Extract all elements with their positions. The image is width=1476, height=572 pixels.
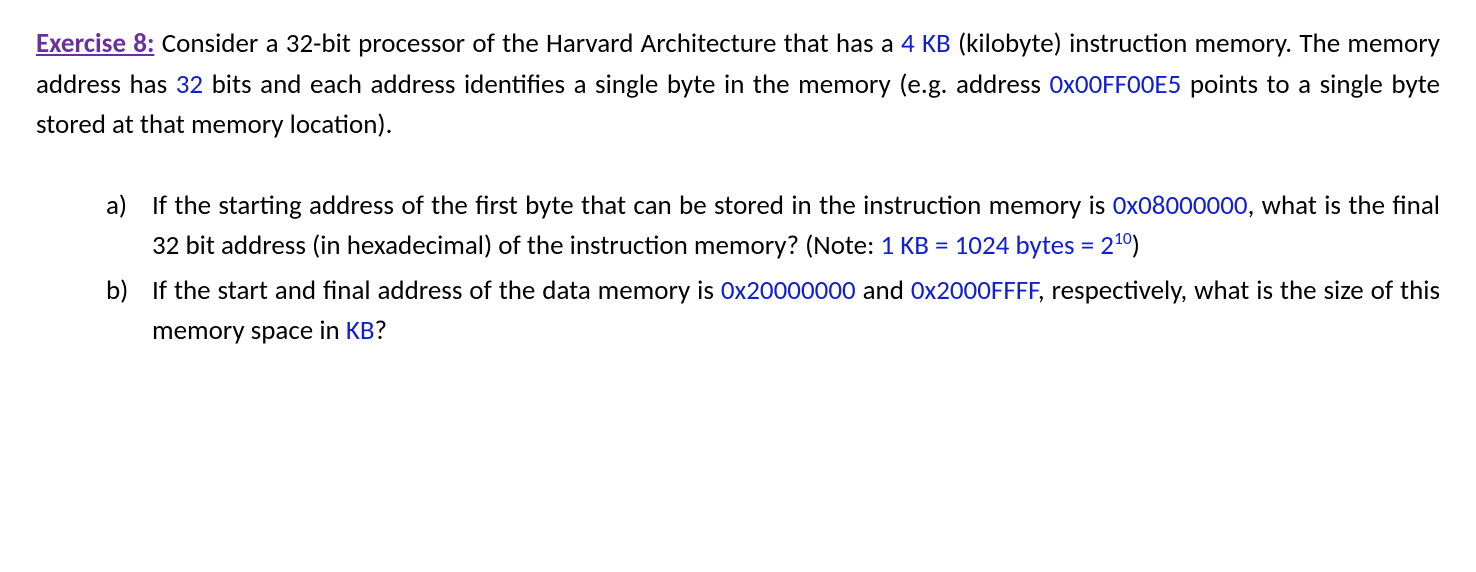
a-value-2: 1 KB = 1024 bytes = 210 (880, 229, 1131, 262)
b-value-1: 0x20000000 (721, 274, 856, 307)
intro-value-3: 0x00FF00E5 (1050, 68, 1182, 101)
marker-a: a) (106, 186, 152, 267)
a-text-1: If the starting address of the first byt… (152, 189, 1113, 222)
b-text-1: If the start and final address of the da… (152, 274, 721, 307)
intro-value-2: 32 (176, 68, 203, 101)
question-list: a) If the starting address of the first … (36, 186, 1440, 352)
b-text-4: ? (375, 314, 388, 347)
b-text-2: and (856, 274, 911, 307)
intro-value-1: 4 KB (901, 27, 951, 60)
intro-text-3: bits and each address identifies a singl… (203, 68, 1049, 101)
question-a-body: If the starting address of the first byt… (152, 186, 1440, 267)
question-b-body: If the start and final address of the da… (152, 271, 1440, 352)
a-text-3: ) (1132, 229, 1140, 262)
question-b: b) If the start and final address of the… (106, 271, 1440, 352)
b-value-3: KB (346, 314, 375, 347)
exercise-intro: Exercise 8: Consider a 32-bit processor … (36, 24, 1440, 146)
intro-text-1: Consider a 32-bit processor of the Harva… (154, 27, 901, 60)
exercise-label: Exercise 8: (36, 27, 154, 60)
marker-b: b) (106, 271, 152, 352)
a-value-1: 0x08000000 (1113, 189, 1248, 222)
b-value-2: 0x2000FFFF (911, 274, 1038, 307)
question-a: a) If the starting address of the first … (106, 186, 1440, 267)
